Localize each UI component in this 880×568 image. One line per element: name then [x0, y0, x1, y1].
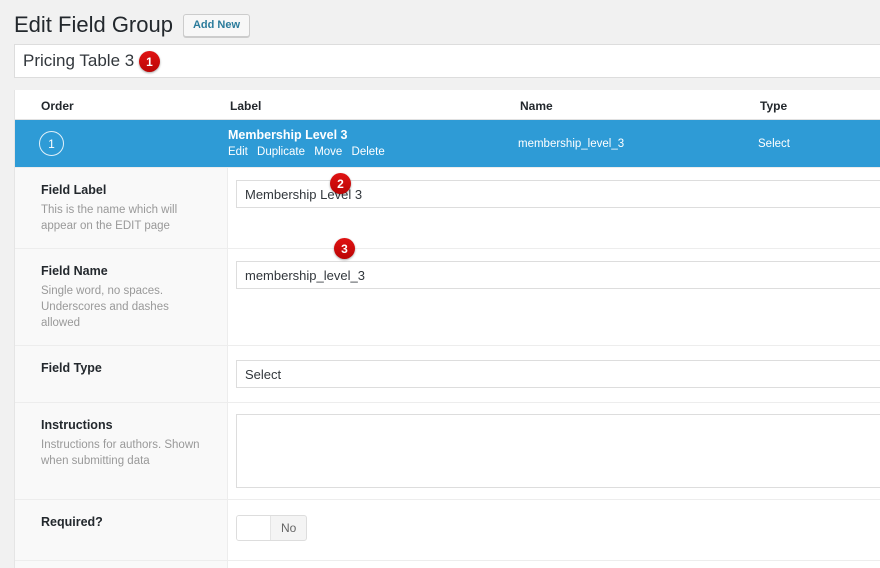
annotation-marker-3: 3 [334, 238, 355, 259]
field-type-select[interactable] [236, 360, 880, 388]
acf-edit-field-group-screen: Edit Field Group Add New Order Label Nam… [0, 0, 880, 568]
fields-table-header: Order Label Name Type [15, 90, 880, 120]
setting-required-control: No [228, 500, 880, 560]
setting-choices: Choices Enter each choice on a new line.… [15, 560, 880, 568]
field-name-input[interactable] [236, 261, 880, 289]
setting-instructions-info: Instructions Instructions for authors. S… [15, 403, 228, 499]
page-title: Edit Field Group [14, 11, 173, 40]
setting-title: Field Name [41, 263, 211, 279]
table-row[interactable]: 1 Membership Level 3 Edit Duplicate Move… [15, 120, 880, 167]
setting-choices-info: Choices Enter each choice on a new line.… [15, 561, 228, 568]
setting-instructions-control [228, 403, 880, 499]
setting-instructions: Instructions Instructions for authors. S… [15, 402, 880, 499]
page-header: Edit Field Group Add New [14, 8, 250, 42]
setting-field-type-info: Field Type [15, 346, 228, 402]
instructions-textarea[interactable] [236, 414, 880, 488]
column-header-name: Name [518, 99, 758, 113]
setting-description: Single word, no spaces. Underscores and … [41, 283, 211, 331]
setting-required-info: Required? [15, 500, 228, 560]
annotation-marker-1: 1 [139, 51, 160, 72]
setting-field-type: Field Type [15, 345, 880, 402]
setting-field-label: Field Label This is the name which will … [15, 167, 880, 248]
row-action-edit[interactable]: Edit [228, 146, 248, 158]
toggle-state-label: No [271, 521, 306, 535]
order-badge[interactable]: 1 [39, 131, 64, 156]
add-new-button[interactable]: Add New [183, 14, 250, 37]
row-action-duplicate[interactable]: Duplicate [257, 146, 305, 158]
required-toggle[interactable]: No [236, 515, 307, 541]
row-action-move[interactable]: Move [314, 146, 342, 158]
setting-field-name-info: Field Name Single word, no spaces. Under… [15, 249, 228, 345]
annotation-marker-2: 2 [330, 173, 351, 194]
setting-choices-control: Light Pro Standard [228, 561, 880, 568]
setting-description: Instructions for authors. Shown when sub… [41, 437, 211, 469]
field-row-title: Membership Level 3 [228, 128, 518, 143]
column-header-type: Type [758, 99, 880, 113]
setting-title: Instructions [41, 417, 211, 433]
setting-title: Field Label [41, 182, 211, 198]
setting-field-type-control [228, 346, 880, 402]
field-row-actions: Edit Duplicate Move Delete [228, 145, 518, 159]
setting-title: Field Type [41, 360, 211, 376]
row-action-delete[interactable]: Delete [352, 146, 385, 158]
setting-field-name: Field Name Single word, no spaces. Under… [15, 248, 880, 345]
field-label-cell: Membership Level 3 Edit Duplicate Move D… [228, 128, 518, 159]
field-order-cell: 1 [15, 131, 228, 156]
field-name-cell: membership_level_3 [518, 138, 758, 150]
setting-field-label-info: Field Label This is the name which will … [15, 168, 228, 248]
toggle-knob [237, 516, 271, 540]
setting-description: This is the name which will appear on th… [41, 202, 211, 234]
column-header-label: Label [228, 99, 518, 113]
field-type-cell: Select [758, 138, 880, 150]
setting-field-name-control [228, 249, 880, 345]
column-header-order: Order [15, 99, 228, 113]
setting-title: Required? [41, 514, 211, 530]
setting-required: Required? No [15, 499, 880, 560]
fields-panel: Order Label Name Type 1 Membership Level… [14, 90, 880, 568]
setting-field-label-control [228, 168, 880, 248]
